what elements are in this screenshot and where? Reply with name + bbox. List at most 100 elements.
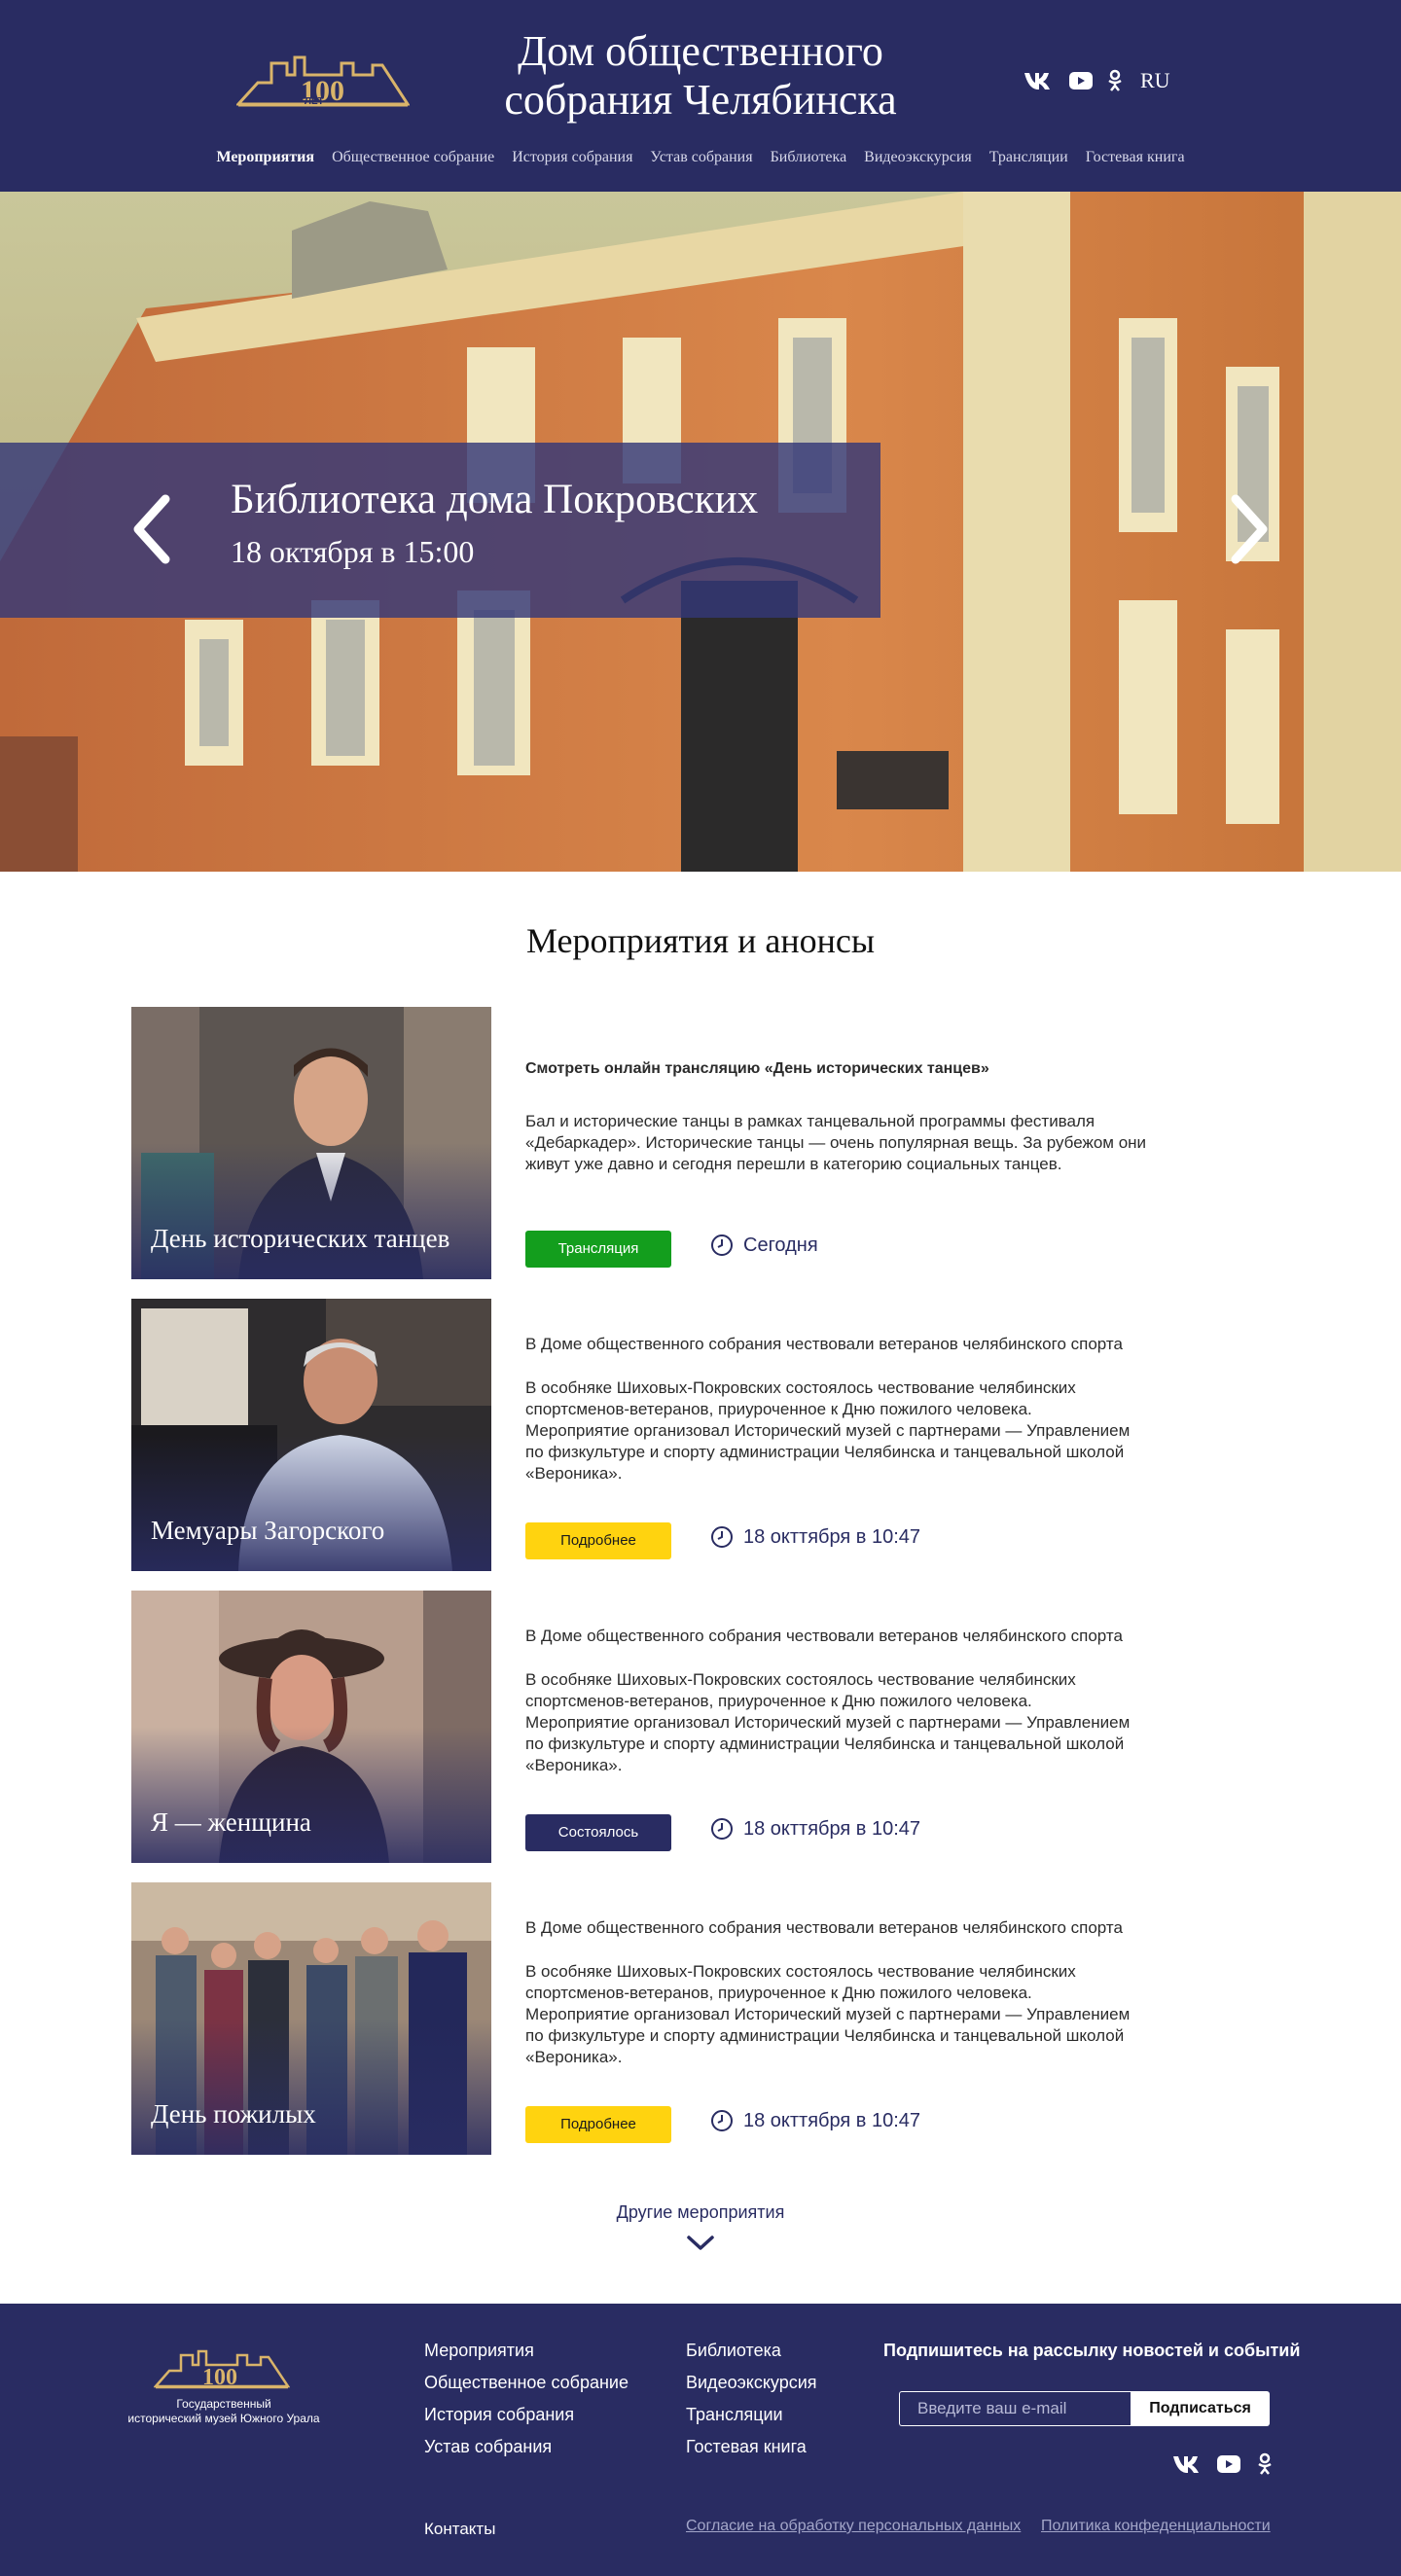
museum-100-logo[interactable]: 100: [154, 2347, 290, 2392]
svg-text:ЛЕТ: ЛЕТ: [305, 96, 324, 107]
subscribe-title: Подпишитесь на рассылку новостей и событ…: [883, 2341, 1301, 2360]
clock-icon: [711, 2110, 733, 2131]
hero-date: 18 октября в 15:00: [231, 534, 475, 569]
site-title-line2: собрания Челябинска: [504, 76, 897, 124]
language-switcher[interactable]: RU: [1140, 68, 1170, 93]
event-description-line: В особняке Шиховых-Покровских состоялось…: [525, 1670, 1076, 1689]
svg-text:100: 100: [202, 2365, 237, 2390]
event-card-image[interactable]: День исторических танцев: [131, 1007, 491, 1279]
consent-link[interactable]: Согласие на обработку персональных данны…: [686, 2518, 1021, 2535]
details-button[interactable]: Подробнее: [525, 2106, 671, 2143]
event-description: В особняке Шиховых-Покровских состоялось…: [525, 1961, 1187, 2068]
footer-link-guestbook[interactable]: Гостевая книга: [686, 2437, 817, 2457]
footer-nav-col2: Библиотека Видеоэкскурсия Трансляции Гос…: [686, 2341, 817, 2469]
nav-item-charter[interactable]: Устав собрания: [650, 149, 752, 166]
event-description-line: спортсменов-ветеранов, приуроченное к Дн…: [525, 1400, 1032, 1418]
clock-icon: [711, 1526, 733, 1548]
footer-link-charter[interactable]: Устав собрания: [424, 2437, 629, 2457]
footer-link-broadcasts[interactable]: Трансляции: [686, 2405, 817, 2425]
event-description-line: живут уже давно и сегодня перешли в кате…: [525, 1155, 1062, 1173]
more-events-link[interactable]: Другие мероприятия: [0, 2202, 1401, 2223]
email-field[interactable]: [899, 2391, 1131, 2426]
event-description-line: по физкультуре и спорту администрации Че…: [525, 1735, 1125, 1753]
main-nav: Мероприятия Общественное собрание Истори…: [0, 149, 1401, 166]
footer-nav-col1: Мероприятия Общественное собрание Истори…: [424, 2341, 629, 2469]
event-card-image[interactable]: Мемуары Загорского: [131, 1299, 491, 1571]
event-date-text: 18 окттября в 10:47: [743, 1525, 921, 1548]
footer-link-history[interactable]: История собрания: [424, 2405, 629, 2425]
subscribe-button[interactable]: Подписаться: [1131, 2391, 1270, 2426]
event-title[interactable]: В Доме общественного собрания чествовали…: [525, 1335, 1187, 1354]
event-description-line: В особняке Шиховых-Покровских состоялось…: [525, 1962, 1076, 1981]
event-date: 18 окттября в 10:47: [710, 2109, 920, 2132]
nav-item-events[interactable]: Мероприятия: [216, 149, 314, 166]
event-description-line: Мероприятие организовал Исторический муз…: [525, 1713, 1131, 1732]
event-description-line: спортсменов-ветеранов, приуроченное к Дн…: [525, 1984, 1032, 2002]
footer-link-library[interactable]: Библиотека: [686, 2341, 817, 2361]
clock-icon: [711, 1234, 733, 1256]
event-title[interactable]: Смотреть онлайн трансляцию «День историч…: [525, 1060, 1187, 1078]
events-section-title: Мероприятия и анонсы: [525, 921, 876, 960]
youtube-icon[interactable]: [1068, 70, 1094, 91]
event-description: В особняке Шиховых-Покровских состоялось…: [525, 1669, 1187, 1776]
event-card-image[interactable]: День пожилых: [131, 1882, 491, 2155]
odnoklassniki-icon[interactable]: [1107, 69, 1123, 92]
event-description-line: Мероприятие организовал Исторический муз…: [525, 1421, 1131, 1440]
event-date-text: 18 окттября в 10:47: [743, 1817, 921, 1840]
details-button[interactable]: Подробнее: [525, 1522, 671, 1559]
vk-icon[interactable]: [1172, 2453, 1200, 2475]
vk-icon[interactable]: [1024, 70, 1051, 91]
privacy-link[interactable]: Политика конфеденциальности: [1041, 2518, 1271, 2535]
chevron-down-icon[interactable]: [685, 2234, 716, 2253]
footer-link-events[interactable]: Мероприятия: [424, 2341, 629, 2361]
event-caption: День исторических танцев: [151, 1224, 450, 1253]
event-date: 18 окттября в 10:47: [710, 1817, 920, 1841]
event-description: Бал и исторические танцы в рамках танцев…: [525, 1111, 1187, 1175]
event-date: 18 окттября в 10:47: [710, 1525, 920, 1549]
event-description-line: по физкультуре и спорту администрации Че…: [525, 2026, 1125, 2045]
event-title[interactable]: В Доме общественного собрания чествовали…: [525, 1918, 1187, 1938]
footer-link-video-tour[interactable]: Видеоэкскурсия: [686, 2373, 817, 2393]
clock-icon: [711, 1818, 733, 1840]
slider-prev-arrow-icon[interactable]: [126, 493, 175, 565]
event-description-line: В особняке Шиховых-Покровских состоялось…: [525, 1378, 1076, 1397]
event-caption: День пожилых: [151, 2099, 316, 2129]
event-card-image[interactable]: Я — женщина: [131, 1591, 491, 1863]
footer-link-public-assembly[interactable]: Общественное собрание: [424, 2373, 629, 2393]
museum-name-line: Государственный: [176, 2397, 271, 2411]
event-description-line: Мероприятие организовал Исторический муз…: [525, 2005, 1131, 2023]
odnoklassniki-icon[interactable]: [1257, 2452, 1273, 2476]
nav-item-broadcasts[interactable]: Трансляции: [989, 149, 1068, 166]
event-description-line: «Вероника».: [525, 1756, 623, 1774]
hero-slider: Библиотека дома Покровских 18 октября в …: [0, 192, 1401, 872]
event-caption: Мемуары Загорского: [151, 1516, 385, 1545]
event-description-line: «Дебаркадер». Исторические танцы — очень…: [525, 1133, 1147, 1152]
site-footer: 100 Государственный исторический музей Ю…: [0, 2304, 1401, 2576]
youtube-icon[interactable]: [1216, 2453, 1241, 2475]
museum-100-logo[interactable]: 100 ЛЕТ: [236, 54, 410, 110]
nav-item-library[interactable]: Библиотека: [771, 149, 847, 166]
event-date-text: 18 окттября в 10:47: [743, 2109, 921, 2131]
hero-title[interactable]: Библиотека дома Покровских: [231, 476, 758, 523]
completed-button[interactable]: Состоялось: [525, 1814, 671, 1851]
slider-next-arrow-icon[interactable]: [1226, 493, 1275, 565]
nav-item-public-assembly[interactable]: Общественное собрание: [332, 149, 494, 166]
event-description-line: Бал и исторические танцы в рамках танцев…: [525, 1112, 1096, 1130]
event-description-line: по физкультуре и спорту администрации Че…: [525, 1443, 1125, 1461]
museum-name: Государственный исторический музей Южног…: [107, 2397, 341, 2426]
nav-item-guestbook[interactable]: Гостевая книга: [1086, 149, 1185, 166]
site-title: Дом общественного собрания Челябинска: [418, 27, 983, 125]
site-header: 100 ЛЕТ Дом общественного собрания Челяб…: [0, 0, 1401, 192]
contacts-link[interactable]: Контакты: [424, 2520, 495, 2539]
event-description-line: «Вероника».: [525, 1464, 623, 1483]
event-date-text: Сегодня: [743, 1234, 818, 1256]
nav-item-history[interactable]: История собрания: [512, 149, 632, 166]
event-description-line: спортсменов-ветеранов, приуроченное к Дн…: [525, 1692, 1032, 1710]
museum-name-line: исторический музей Южного Урала: [127, 2412, 320, 2425]
nav-item-video-tour[interactable]: Видеоэкскурсия: [864, 149, 972, 166]
event-caption: Я — женщина: [151, 1807, 311, 1837]
event-description: В особняке Шиховых-Покровских состоялось…: [525, 1377, 1187, 1485]
event-date: Сегодня: [710, 1234, 818, 1257]
broadcast-button[interactable]: Трансляция: [525, 1231, 671, 1268]
event-title[interactable]: В Доме общественного собрания чествовали…: [525, 1627, 1187, 1646]
